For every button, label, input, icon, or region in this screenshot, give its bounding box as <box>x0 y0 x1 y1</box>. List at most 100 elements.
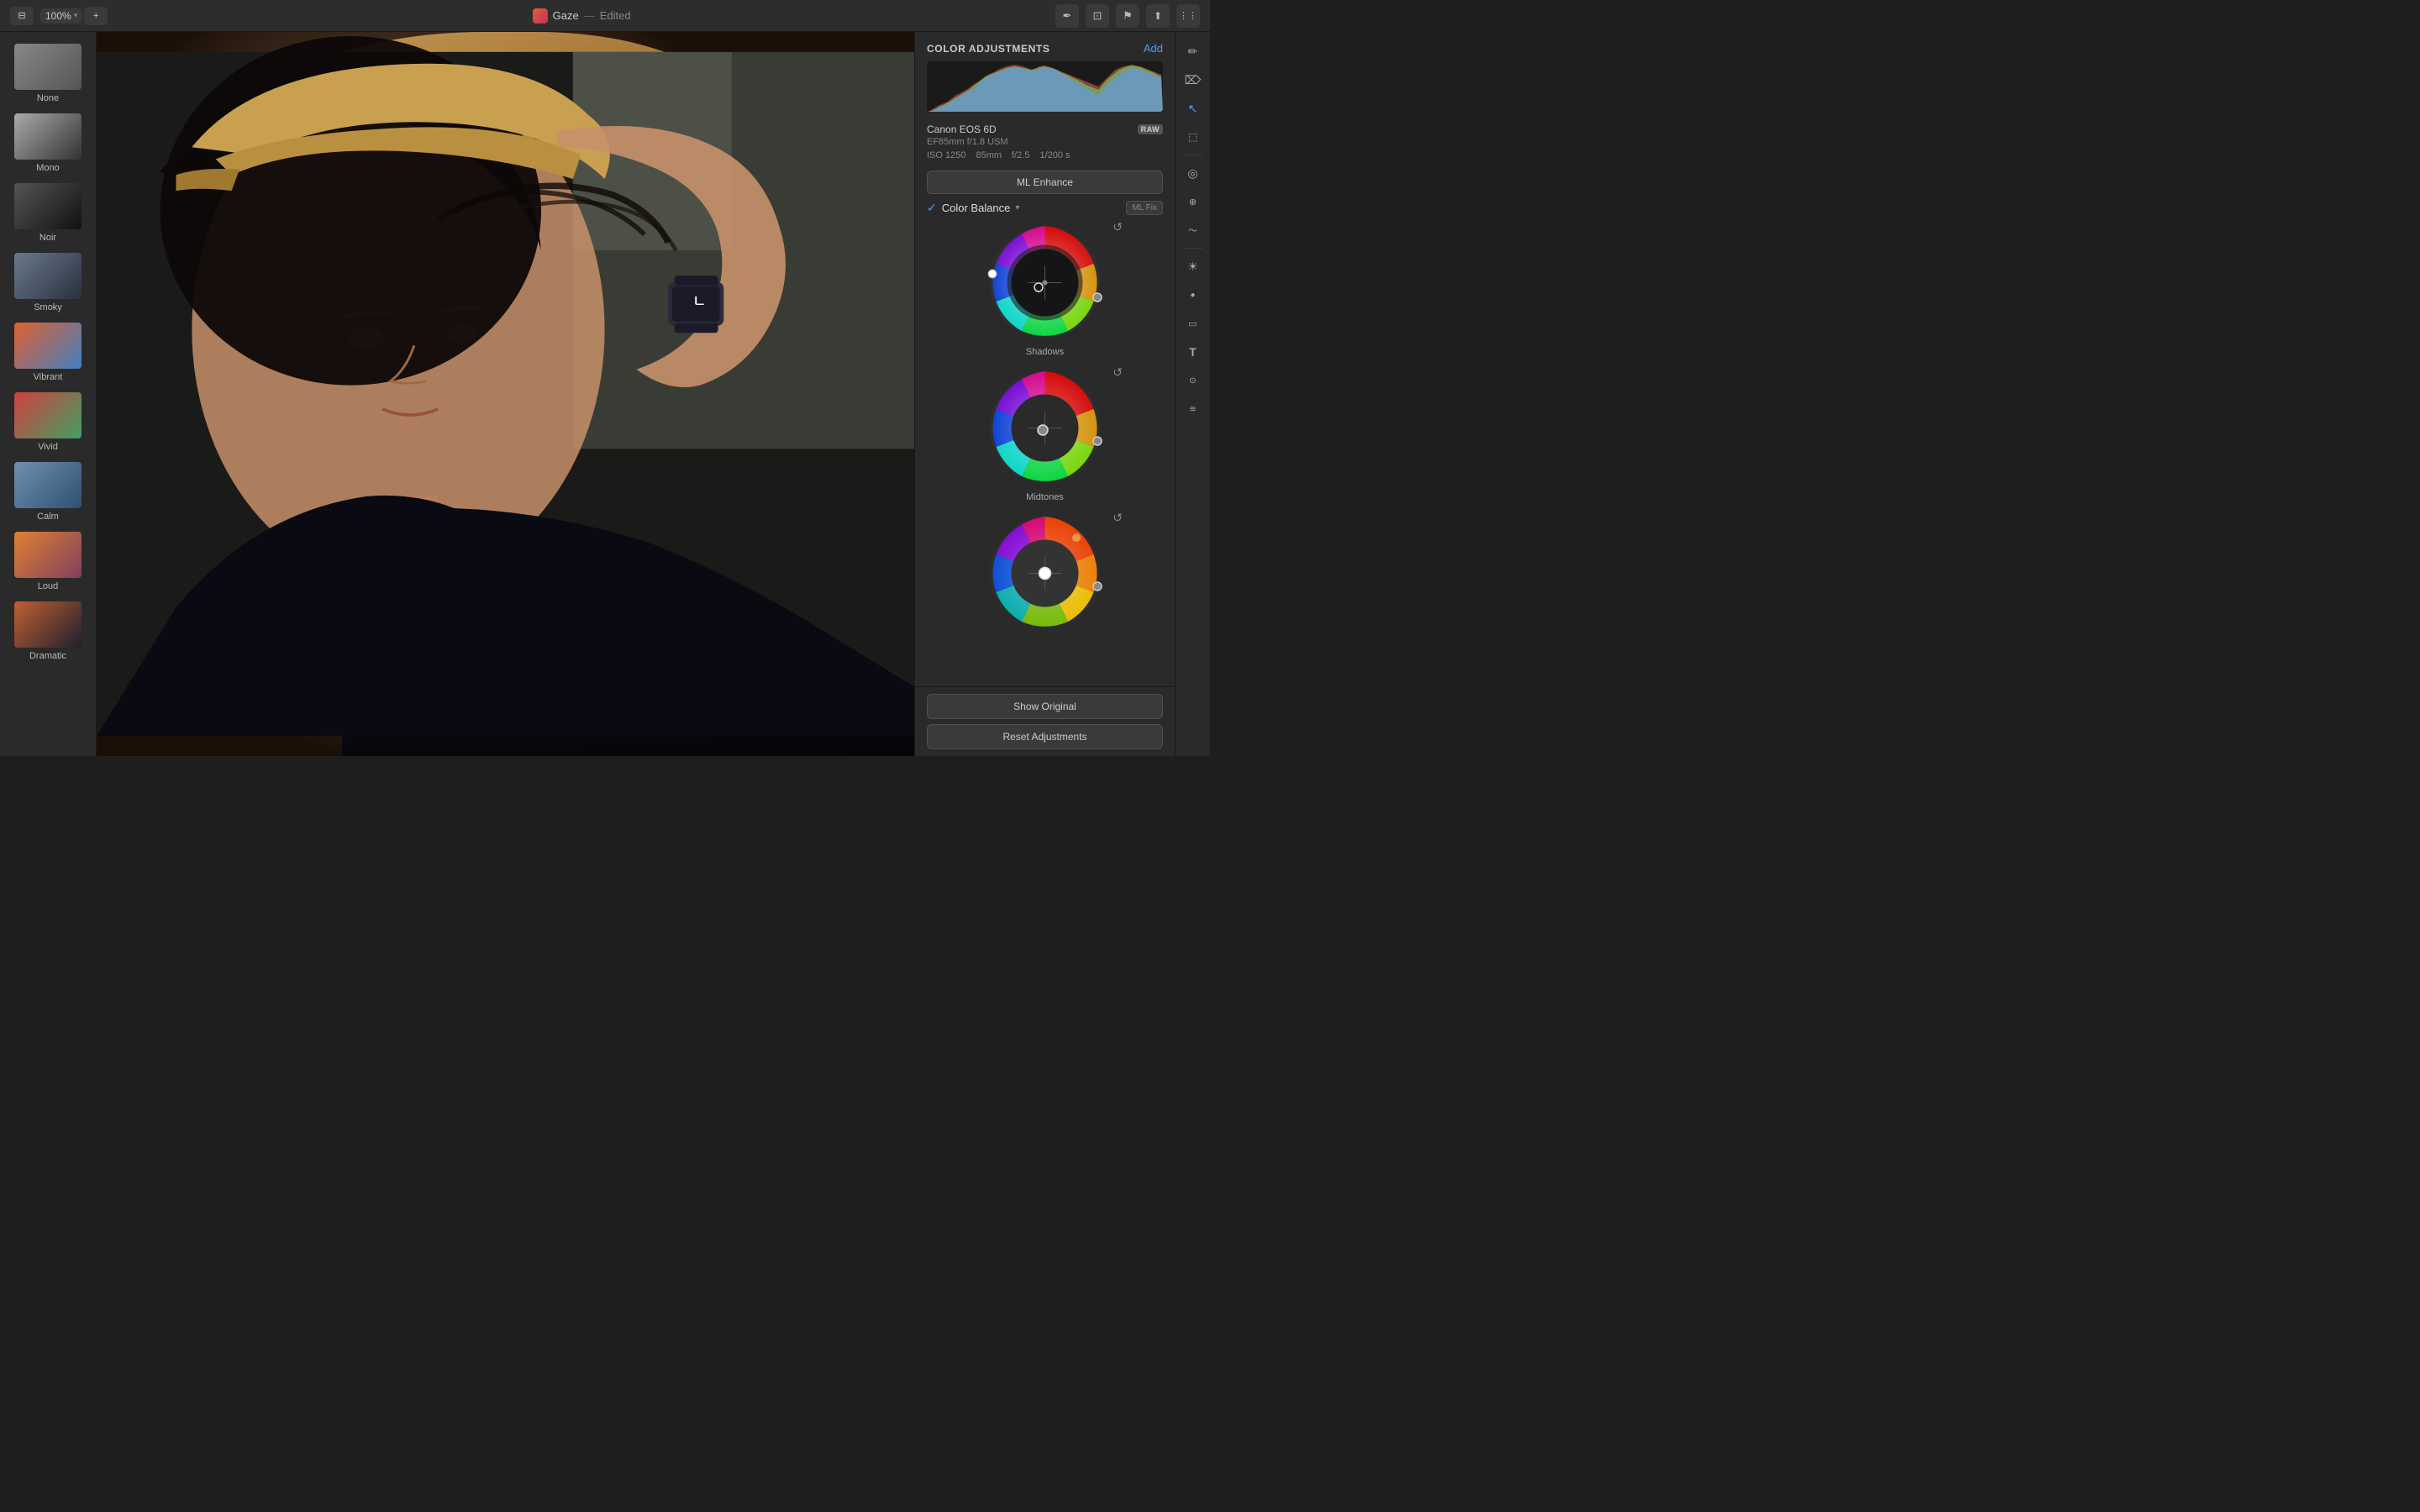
preset-none-thumb <box>14 44 82 90</box>
preset-dramatic-thumb <box>14 601 82 648</box>
adjustments-header: COLOR ADJUSTMENTS Add <box>915 32 1175 61</box>
presets-panel: None Mono Noir Smoky Vibrant Vivid <box>0 32 97 756</box>
flag-icon: ⚑ <box>1123 9 1133 23</box>
shadows-label: Shadows <box>1026 347 1064 357</box>
ml-enhance-button[interactable]: ML Enhance <box>927 171 1163 194</box>
color-balance-check-icon[interactable]: ✓ <box>927 201 937 215</box>
filter-icon: ◎ <box>1187 166 1197 181</box>
fx-icon: ≋ <box>1189 405 1196 414</box>
fx-tool-button[interactable]: ≋ <box>1181 396 1206 422</box>
color-balance-header: ✓ Color Balance ▾ ML Fix <box>927 201 1163 215</box>
paint-bucket-button[interactable]: ▭ <box>1181 311 1206 336</box>
spot-icon: ● <box>1190 291 1195 300</box>
filter-tool-button[interactable]: ◎ <box>1181 160 1206 186</box>
cursor-tool-button[interactable]: ↖ <box>1181 96 1206 121</box>
preset-vivid-label: Vivid <box>38 442 58 452</box>
selection-icon: ⬚ <box>1188 131 1197 143</box>
preset-none[interactable]: None <box>0 39 96 108</box>
shadows-color-wheel[interactable] <box>984 222 1106 344</box>
sun-tool-button[interactable]: ☀ <box>1181 254 1206 279</box>
zoom-plus-button[interactable]: + <box>84 7 108 25</box>
photo-svg <box>97 32 914 756</box>
pen-tool-button[interactable]: ✏ <box>1181 39 1206 64</box>
share-button[interactable]: ⬆ <box>1146 4 1170 28</box>
tool-divider-2 <box>1183 248 1203 249</box>
highlights-color-wheel[interactable] <box>984 512 1106 634</box>
preset-vibrant-label: Vibrant <box>34 372 63 382</box>
exif-row: ISO 1250 85mm f/2.5 1/200 s <box>927 150 1163 160</box>
camera-model-label: Canon EOS 6D <box>927 123 997 135</box>
camera-model-row: Canon EOS 6D RAW <box>927 123 1163 135</box>
photo-canvas <box>97 32 914 756</box>
adjustments-scroll[interactable]: ✓ Color Balance ▾ ML Fix ↺ <box>915 201 1175 686</box>
mask-tool-button[interactable]: ⊙ <box>1181 368 1206 393</box>
shadows-reset-button[interactable]: ↺ <box>1113 220 1123 234</box>
preset-none-label: None <box>37 93 59 103</box>
text-tool-button[interactable]: T <box>1181 339 1206 365</box>
aperture-label: f/2.5 <box>1012 150 1029 160</box>
preset-mono[interactable]: Mono <box>0 108 96 178</box>
pen-tool-button[interactable]: ✒ <box>1055 4 1079 28</box>
midtones-label: Midtones <box>1026 492 1064 502</box>
crop-tool-button[interactable]: ⊡ <box>1086 4 1109 28</box>
eraser-icon: ⌦ <box>1185 73 1202 87</box>
sidebar-toggle-button[interactable]: ⊟ <box>10 7 34 25</box>
preset-noir[interactable]: Noir <box>0 178 96 248</box>
separator-label: — <box>584 9 595 22</box>
zoom-display[interactable]: 100% ▾ <box>40 8 82 24</box>
text-icon: T <box>1189 345 1197 359</box>
raw-badge: RAW <box>1138 124 1163 134</box>
flag-tool-button[interactable]: ⚑ <box>1116 4 1139 28</box>
iso-label: ISO 1250 <box>927 150 965 160</box>
midtones-reset-button[interactable]: ↺ <box>1113 365 1123 380</box>
show-original-label: Show Original <box>1013 701 1076 712</box>
preset-smoky[interactable]: Smoky <box>0 248 96 318</box>
preset-noir-thumb <box>14 183 82 229</box>
preset-vibrant[interactable]: Vibrant <box>0 318 96 387</box>
preset-vivid-thumb <box>14 392 82 438</box>
zoom-chevron-icon: ▾ <box>74 11 78 20</box>
shutter-label: 1/200 s <box>1039 150 1070 160</box>
preset-vibrant-thumb <box>14 323 82 369</box>
eraser-tool-button[interactable]: ⌦ <box>1181 67 1206 92</box>
main-content: None Mono Noir Smoky Vibrant Vivid <box>0 32 1210 756</box>
show-original-button[interactable]: Show Original <box>927 694 1163 719</box>
camera-info: Canon EOS 6D RAW EF85mm f/1.8 USM ISO 12… <box>915 118 1175 167</box>
preset-loud-label: Loud <box>38 581 58 591</box>
highlights-reset-button[interactable]: ↺ <box>1113 511 1123 525</box>
brush-tool-button[interactable]: 〜 <box>1181 218 1206 243</box>
pen-icon: ✏ <box>1188 45 1198 59</box>
reset-adjustments-button[interactable]: Reset Adjustments <box>927 724 1163 749</box>
color-balance-title-row: ✓ Color Balance ▾ <box>927 201 1019 215</box>
cursor-icon: ↖ <box>1188 102 1198 116</box>
selection-tool-button[interactable]: ⬚ <box>1181 124 1206 150</box>
pen-icon: ✒ <box>1063 9 1072 23</box>
settings-button[interactable]: ⋮⋮ <box>1176 4 1200 28</box>
preset-dramatic[interactable]: Dramatic <box>0 596 96 666</box>
preset-calm-label: Calm <box>37 512 59 522</box>
color-balance-name-label[interactable]: Color Balance <box>942 202 1011 214</box>
add-adjustment-button[interactable]: Add <box>1144 42 1163 55</box>
midtones-color-wheel[interactable] <box>984 367 1106 489</box>
color-balance-chevron-icon[interactable]: ▾ <box>1015 203 1019 213</box>
spot-heal-button[interactable]: ● <box>1181 282 1206 307</box>
preset-calm[interactable]: Calm <box>0 457 96 527</box>
color-sample-button[interactable]: ⊕ <box>1181 189 1206 214</box>
app-icon <box>533 8 548 24</box>
ml-fix-badge[interactable]: ML Fix <box>1126 201 1163 215</box>
right-panel: COLOR ADJUSTMENTS Add Canon EOS 6D RAW E… <box>914 32 1175 756</box>
titlebar-left: ⊟ 100% ▾ + <box>10 7 108 25</box>
preset-loud[interactable]: Loud <box>0 527 96 596</box>
preset-smoky-label: Smoky <box>34 302 62 312</box>
midtones-wheel-container: ↺ <box>927 367 1163 502</box>
histogram <box>927 61 1163 112</box>
preset-mono-label: Mono <box>36 163 60 173</box>
focal-length-label: 85mm <box>976 150 1002 160</box>
preset-vivid[interactable]: Vivid <box>0 387 96 457</box>
midtones-wheel-wrapper: ↺ <box>984 367 1106 489</box>
titlebar: ⊟ 100% ▾ + Gaze — Edited ✒ ⊡ ⚑ ⬆ <box>0 0 1210 32</box>
tools-column: ✏ ⌦ ↖ ⬚ ◎ ⊕ 〜 ☀ ● ▭ T <box>1175 32 1210 756</box>
preset-loud-thumb <box>14 532 82 578</box>
preset-noir-label: Noir <box>39 233 56 243</box>
paint-icon: ▭ <box>1188 318 1197 329</box>
